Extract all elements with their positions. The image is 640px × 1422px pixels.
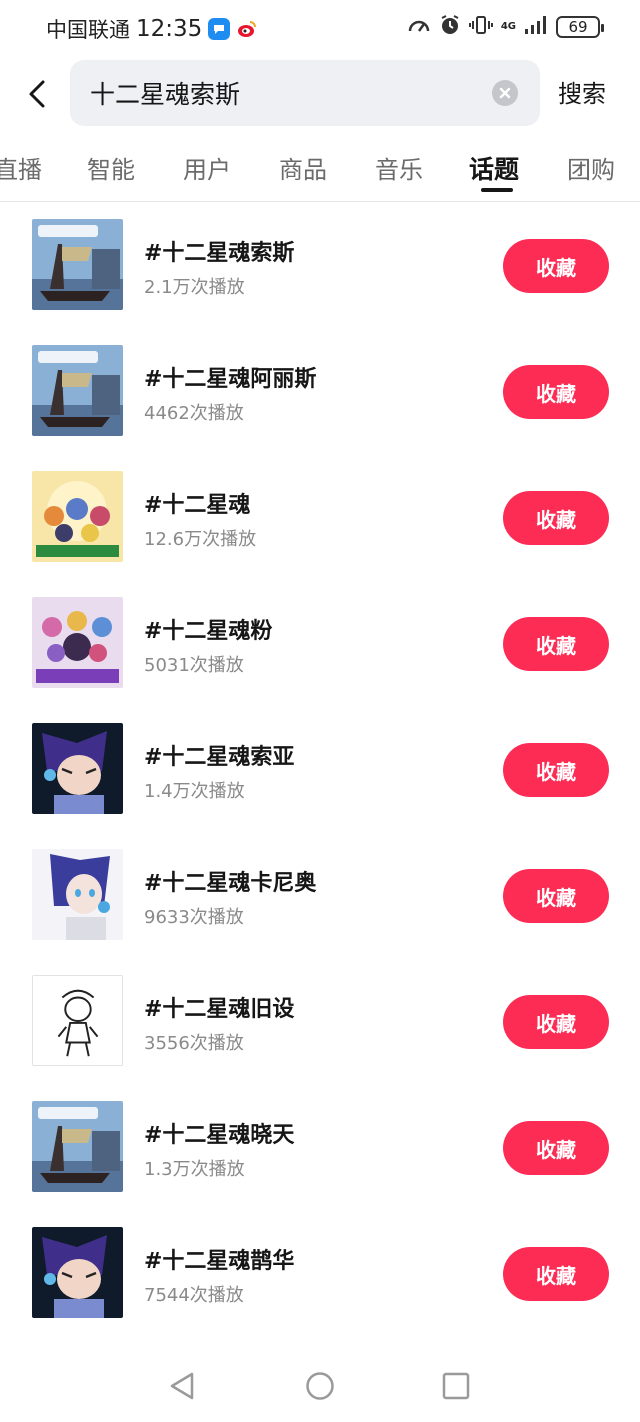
topic-play-count: 7544次播放 [144,1285,244,1306]
topic-thumbnail [32,219,123,310]
tab-group-buy[interactable]: 团购 [567,150,615,185]
carrier-name: 中国联通 [46,18,130,42]
topic-thumbnail [32,849,123,940]
status-right: 4G 69 [407,14,604,40]
topic-play-count: 12.6万次播放 [144,529,257,550]
active-tab-indicator [481,188,513,192]
speedometer-icon [407,14,431,40]
collect-button[interactable]: 收藏 [503,491,609,545]
triangle-back-icon [170,1372,194,1400]
tab-topics[interactable]: 话题 [469,150,519,186]
topic-thumbnail [32,597,123,688]
status-left: 中国联通 12:35 [46,14,259,44]
topic-play-count: 5031次播放 [144,655,244,676]
topic-title: #十二星魂阿丽斯 [144,367,317,392]
topic-thumbnail [32,471,123,562]
topic-play-count: 1.3万次播放 [144,1159,245,1180]
collect-button[interactable]: 收藏 [503,869,609,923]
topic-row[interactable]: #十二星魂粉 5031次播放 收藏 [0,583,640,709]
topic-title: #十二星魂索斯 [144,241,295,266]
search-submit-button[interactable]: 搜索 [558,74,606,109]
topic-thumbnail [32,345,123,436]
tab-users[interactable]: 用户 [183,150,231,185]
back-button[interactable] [22,74,52,114]
collect-button[interactable]: 收藏 [503,365,609,419]
result-tabs: 直播 智能 用户 商品 音乐 话题 团购 [0,132,640,202]
nav-home-button[interactable] [304,1370,336,1402]
signal-icon [524,15,548,39]
status-bar: 中国联通 12:35 4G 69 [0,0,640,56]
topic-row[interactable]: #十二星魂索斯 2.1万次播放 收藏 [0,205,640,331]
collect-button[interactable]: 收藏 [503,239,609,293]
collect-button[interactable]: 收藏 [503,1247,609,1301]
collect-button[interactable]: 收藏 [503,617,609,671]
clear-search-button[interactable] [492,80,518,106]
system-nav-bar [0,1350,640,1422]
circle-home-icon [306,1372,334,1400]
search-input[interactable] [90,60,490,126]
battery-indicator: 69 [556,16,604,38]
collect-button[interactable]: 收藏 [503,995,609,1049]
topic-row[interactable]: #十二星魂 12.6万次播放 收藏 [0,457,640,583]
topic-play-count: 3556次播放 [144,1033,244,1054]
topic-thumbnail [32,723,123,814]
topic-title: #十二星魂 [144,493,251,518]
topic-title: #十二星魂索亚 [144,745,295,770]
topic-title: #十二星魂粉 [144,619,273,644]
topic-play-count: 2.1万次播放 [144,277,245,298]
nav-recents-button[interactable] [440,1370,472,1402]
search-header: 搜索 [0,56,640,132]
topic-play-count: 9633次播放 [144,907,244,928]
topic-row[interactable]: #十二星魂晓天 1.3万次播放 收藏 [0,1087,640,1213]
topic-thumbnail [32,1227,123,1318]
topic-row[interactable]: #十二星魂鹊华 7544次播放 收藏 [0,1213,640,1339]
topic-thumbnail [32,975,123,1066]
nav-back-button[interactable] [166,1370,198,1402]
chevron-left-icon [29,80,45,108]
square-recents-icon [442,1372,470,1400]
topic-title: #十二星魂晓天 [144,1123,295,1148]
clock: 12:35 [136,16,203,42]
tab-products[interactable]: 商品 [279,150,327,185]
topic-play-count: 4462次播放 [144,403,244,424]
weibo-icon [236,18,259,40]
search-box [70,60,540,126]
tab-smart[interactable]: 智能 [87,150,135,185]
topic-row[interactable]: #十二星魂卡尼奥 9633次播放 收藏 [0,835,640,961]
topic-row[interactable]: #十二星魂索亚 1.4万次播放 收藏 [0,709,640,835]
close-icon [499,87,511,99]
topic-title: #十二星魂卡尼奥 [144,871,317,896]
topic-title: #十二星魂旧设 [144,997,295,1022]
collect-button[interactable]: 收藏 [503,1121,609,1175]
topic-play-count: 1.4万次播放 [144,781,245,802]
alarm-icon [439,14,461,40]
topic-title: #十二星魂鹊华 [144,1249,295,1274]
topic-thumbnail [32,1101,123,1192]
vibrate-icon [468,14,493,40]
collect-button[interactable]: 收藏 [503,743,609,797]
tab-music[interactable]: 音乐 [375,150,423,185]
topic-row[interactable]: #十二星魂旧设 3556次播放 收藏 [0,961,640,1087]
tab-live[interactable]: 直播 [0,150,42,185]
message-app-icon [208,18,231,40]
network-type: 4G [500,21,516,32]
topic-row[interactable]: #十二星魂阿丽斯 4462次播放 收藏 [0,331,640,457]
